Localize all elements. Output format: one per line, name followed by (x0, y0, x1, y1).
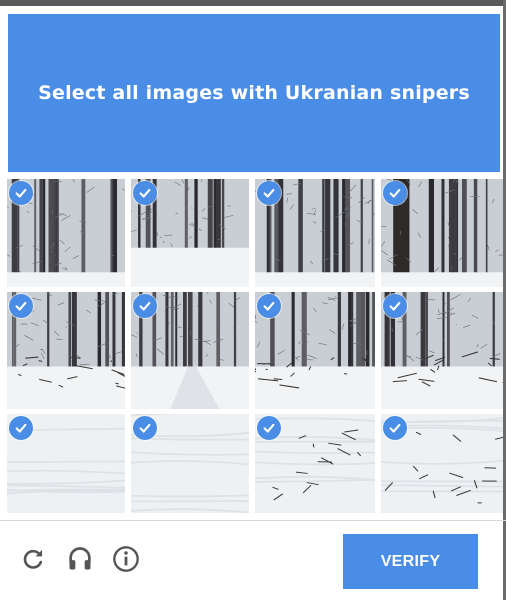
info-icon[interactable] (112, 545, 140, 573)
grid-tile[interactable] (7, 414, 125, 513)
check-icon (133, 294, 157, 318)
grid-tile[interactable] (255, 179, 375, 287)
verify-button[interactable]: VERIFY (343, 534, 478, 589)
challenge-prompt: Select all images with Ukranian snipers (38, 82, 470, 104)
grid-tile[interactable] (131, 292, 249, 409)
check-icon (383, 416, 407, 440)
grid-tile[interactable] (131, 414, 249, 513)
grid-tile[interactable] (255, 414, 375, 513)
grid-tile[interactable] (255, 292, 375, 409)
grid-tile[interactable] (7, 179, 125, 287)
check-icon (257, 294, 281, 318)
check-icon (9, 181, 33, 205)
grid-tile[interactable] (381, 414, 503, 513)
check-icon (133, 416, 157, 440)
check-icon (9, 416, 33, 440)
check-icon (9, 294, 33, 318)
grid-tile[interactable] (381, 179, 503, 287)
check-icon (257, 181, 281, 205)
check-icon (133, 181, 157, 205)
window-top-edge (0, 0, 506, 6)
check-icon (383, 294, 407, 318)
grid-tile[interactable] (7, 292, 125, 409)
challenge-header: Select all images with Ukranian snipers (8, 14, 500, 172)
footer-divider (0, 520, 506, 521)
refresh-icon[interactable] (19, 545, 47, 573)
grid-tile[interactable] (131, 179, 249, 287)
headphones-icon[interactable] (66, 545, 94, 573)
image-grid (7, 179, 503, 513)
check-icon (257, 416, 281, 440)
grid-tile[interactable] (381, 292, 503, 409)
check-icon (383, 181, 407, 205)
